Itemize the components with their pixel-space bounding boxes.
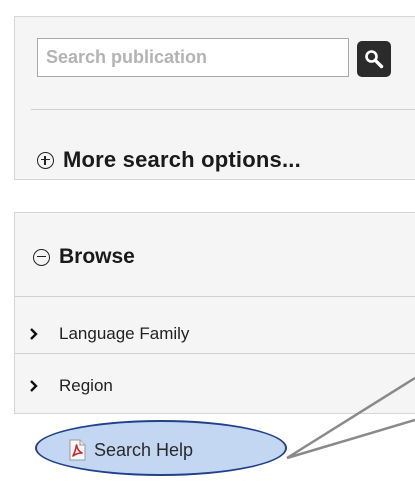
browse-item-region[interactable]: Region (15, 366, 415, 406)
panel-divider (31, 109, 415, 110)
chevron-right-icon (30, 328, 38, 340)
search-icon (365, 50, 384, 69)
chevron-right-icon (30, 380, 38, 392)
divider (15, 296, 415, 297)
more-search-options-toggle[interactable]: More search options... (37, 147, 301, 173)
search-input[interactable] (37, 38, 349, 77)
pdf-icon (69, 439, 86, 461)
page: More search options... Browse Language F… (0, 0, 415, 483)
minus-circle-icon (33, 248, 50, 266)
browse-item-language-family[interactable]: Language Family (15, 314, 415, 354)
divider (15, 353, 415, 354)
search-help-link[interactable]: Search Help (66, 439, 193, 461)
browse-item-label: Language Family (59, 324, 190, 343)
search-button[interactable] (357, 41, 391, 77)
more-search-options-label: More search options... (63, 147, 301, 172)
search-help-label: Search Help (94, 439, 194, 460)
search-panel: More search options... (14, 16, 415, 180)
browse-item-label: Region (59, 376, 113, 395)
plus-circle-icon (37, 151, 54, 169)
browse-panel: Browse Language Family Region (14, 212, 415, 414)
browse-title: Browse (59, 245, 135, 268)
browse-toggle[interactable]: Browse (33, 245, 135, 269)
